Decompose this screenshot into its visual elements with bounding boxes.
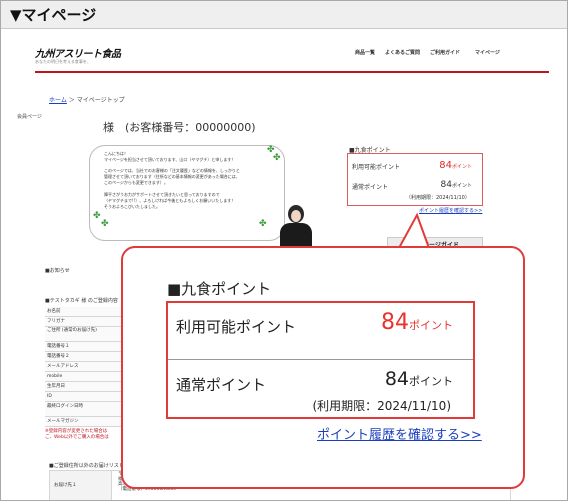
points-divider [168, 359, 473, 360]
regular-points-value-small: 84ポイント [440, 180, 472, 190]
message-line: マイページを担当させて頂いております、山口（ヤマグチ）と申します！ [104, 157, 236, 162]
usable-points-label-small: 利用可能ポイント [352, 164, 401, 171]
clover-icon: ✤ [93, 211, 101, 221]
change-note: ※登録内容が変更された場合は ご、Web以外でご購入の場合は [45, 429, 109, 440]
points-box: 利用可能ポイント 84ポイント 通常ポイント 84ポイント (利用期限：2024… [166, 301, 475, 419]
table-row: ID [45, 392, 125, 402]
figure-title-bar: ▼マイページ [1, 1, 567, 29]
member-page-label: 会員ページ [17, 114, 42, 120]
site-logo[interactable]: 九州アスリート食品 [35, 45, 121, 60]
header-divider [35, 71, 549, 73]
customer-info-table: お名前 フリガナ ご住所 (通常のお届け先) 電話番号１ 電話番号２ メールアド… [45, 307, 125, 427]
site-tagline: あなたの明日を考える食事を、 [35, 59, 91, 64]
points-callout: ■九食ポイント 利用可能ポイント 84ポイント 通常ポイント 84ポイント (利… [121, 246, 525, 489]
nav-item-faq[interactable]: よくあるご質問 [385, 49, 420, 56]
message-bubble: こんにちは！ マイページを担当させて頂いております、山口（ヤマグチ）と申します！… [89, 145, 285, 241]
nav-item-guide[interactable]: ご利用ガイド [430, 49, 460, 56]
nav-item-products[interactable]: 商品一覧 [355, 49, 375, 56]
table-row: メールアドレス [45, 362, 125, 372]
usable-points-value-small: 84ポイント [439, 160, 472, 171]
customer-info-heading: ■テストタカギ 様 のご登録内容 [45, 298, 118, 304]
message-line: 管理させて頂いております（住所などの基本情報の変更があった場合には、 [104, 174, 240, 179]
table-row: ご住所 (通常のお届け先) [45, 327, 125, 342]
message-line: このページでは、当社でのお客様の「注文履歴」などの情報を、しっかりと [104, 168, 240, 173]
table-row: 電話番号１ [45, 342, 125, 352]
table-row: メールマガジン [45, 417, 125, 427]
table-row: フリガナ [45, 317, 125, 327]
points-history-link-small[interactable]: ポイント履歴を確認する>> [419, 207, 482, 214]
shipping-list-heading: ■ご登録住所以外のお届けリスト [49, 463, 124, 469]
points-box-small: 利用可能ポイント 84ポイント 通常ポイント 84ポイント （利用期限：2024… [347, 153, 483, 206]
usable-points-value: 84ポイント [381, 310, 453, 335]
breadcrumb: ホーム ＞ マイページトップ [49, 95, 125, 104]
message-line: （ヤマグチまで!!）、よろしければ今後ともよろしくお願いいたします！ [104, 198, 236, 203]
breadcrumb-home-link[interactable]: ホーム [49, 97, 67, 104]
clover-icon: ✤ [101, 219, 109, 229]
table-row: お名前 [45, 307, 125, 317]
member-greeting: 様 (お客様番号：00000000) [103, 121, 256, 134]
regular-points-label-small: 通常ポイント [352, 184, 389, 191]
points-expiry: (利用期限：2024/11/10) [312, 399, 451, 413]
regular-points-label: 通常ポイント [176, 376, 267, 394]
message-line: このページからも変更できます）。 [104, 180, 168, 185]
message-line: そうおよろこびいたしました。 [104, 204, 160, 209]
mypage-figure: ▼マイページ 九州アスリート食品 あなたの明日を考える食事を、 商品一覧 よくあ… [0, 0, 568, 501]
table-row: mobile [45, 372, 125, 382]
table-row: 生年月日 [45, 382, 125, 392]
notice-heading: ■お知らせ [45, 268, 70, 274]
usable-points-label: 利用可能ポイント [176, 318, 297, 336]
figure-title: ▼マイページ [10, 6, 97, 24]
points-expiry-small: （利用期限：2024/11/10） [406, 195, 470, 201]
points-heading: ■九食ポイント [167, 280, 272, 298]
clover-icon: ✤ [273, 153, 281, 163]
breadcrumb-separator: ＞ [68, 97, 75, 104]
points-history-link[interactable]: ポイント履歴を確認する>> [317, 424, 482, 443]
shipping-row-label: お届け先１ [50, 471, 112, 500]
clover-icon: ✤ [259, 219, 267, 229]
nav-item-mypage[interactable]: マイページ [475, 49, 500, 56]
message-line: 陣平さがうお力がサポートさせて頂きたいと思っておりますので [104, 192, 220, 197]
table-row: 最終ログイン日時 [45, 402, 125, 417]
breadcrumb-current: マイページトップ [76, 97, 125, 104]
regular-points-value: 84ポイント [384, 368, 453, 390]
message-line: こんにちは！ [104, 151, 128, 156]
table-row: 電話番号２ [45, 352, 125, 362]
